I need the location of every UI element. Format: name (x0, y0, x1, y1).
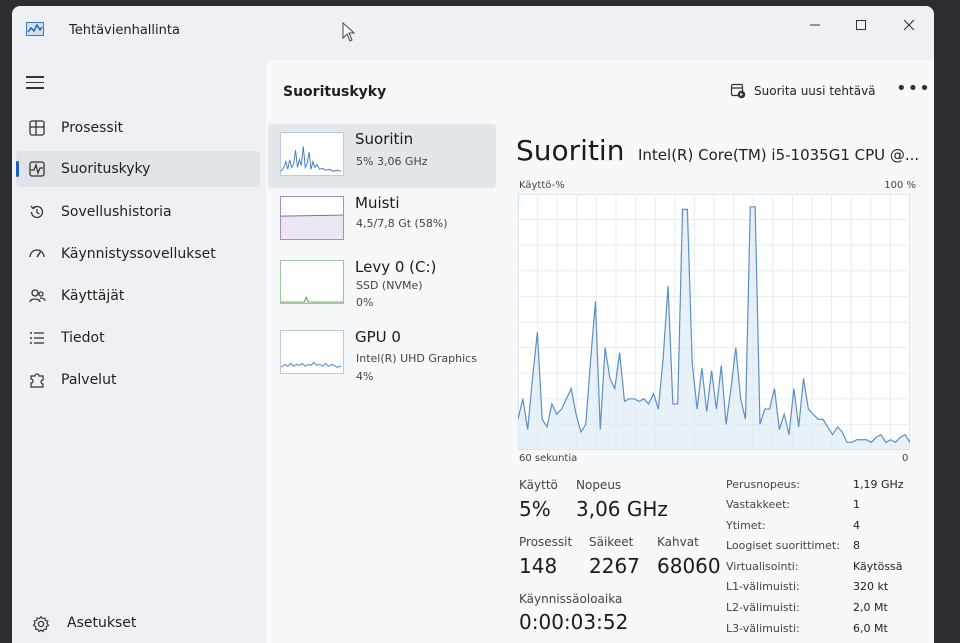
spec-label: Ytimet: (726, 519, 766, 532)
sidebar-item-performance[interactable]: Suorituskyky (16, 151, 260, 187)
sidebar-item-services[interactable]: Palvelut (16, 362, 260, 398)
users-icon (29, 289, 46, 303)
spec-label: Virtualisointi: (726, 560, 799, 573)
page-title: Suorituskyky (283, 84, 387, 100)
spec-label: Loogiset suorittimet: (726, 539, 840, 552)
speed-label: Nopeus (576, 478, 622, 492)
close-button[interactable] (886, 10, 932, 40)
perf-item-sub: SSD (NVMe) (356, 279, 423, 292)
window-title: Tehtävienhallinta (69, 23, 180, 38)
perf-item-sub: Intel(R) UHD Graphics (356, 352, 477, 365)
sidebar-item-label: Sovellushistoria (61, 204, 172, 220)
task-manager-window: Tehtävienhallinta Prosessit Suorituskyky (12, 6, 934, 643)
threads-value: 2267 (589, 554, 640, 578)
spec-label: L3-välimuisti: (726, 622, 800, 635)
uptime-label: Käynnissäoloaika (519, 592, 623, 606)
processes-label: Prosessit (519, 535, 573, 549)
sidebar-item-details[interactable]: Tiedot (16, 320, 260, 356)
perf-item-gpu[interactable]: GPU 0 Intel(R) UHD Graphics 4% (268, 322, 496, 386)
cpu-mini-graph (280, 132, 344, 176)
settings-button[interactable]: Asetukset (32, 613, 252, 635)
minimize-icon (810, 24, 820, 26)
spec-value: Käytössä (853, 560, 903, 573)
more-options-button[interactable]: ••• (896, 78, 931, 99)
spec-label: Perusnopeus: (726, 478, 801, 491)
perf-item-sub: 5% 3,06 GHz (356, 155, 428, 168)
speed-value: 3,06 GHz (576, 497, 668, 521)
task-manager-icon (26, 22, 44, 36)
sidebar-item-label: Suorituskyky (61, 161, 151, 177)
spec-label: L2-välimuisti: (726, 601, 800, 614)
uptime-value: 0:00:03:52 (519, 610, 629, 634)
x-axis-right-label: 0 (902, 453, 909, 464)
main-content: Suorituskyky Suorita uusi tehtävä ••• Su… (266, 60, 934, 643)
maximize-button[interactable] (838, 10, 884, 40)
history-icon (30, 205, 44, 219)
y-axis-label: Käyttö-% (519, 180, 565, 191)
mouse-cursor-icon (342, 22, 356, 42)
gauge-icon (29, 249, 45, 258)
spec-label: L1-välimuisti: (726, 580, 800, 593)
title-bar[interactable]: Tehtävienhallinta (12, 6, 934, 54)
sidebar-item-app-history[interactable]: Sovellushistoria (16, 194, 260, 230)
usage-value: 5% (519, 497, 551, 521)
settings-label: Asetukset (67, 615, 137, 631)
sidebar-item-label: Tiedot (61, 330, 105, 346)
perf-item-memory[interactable]: Muisti 4,5/7,8 Gt (58%) (268, 188, 496, 252)
menu-toggle-button[interactable] (26, 76, 44, 90)
spec-value: 1,19 GHz (853, 478, 904, 491)
run-new-task-label: Suorita uusi tehtävä (754, 84, 876, 98)
processes-value: 148 (519, 554, 558, 578)
sidebar-item-label: Käynnistyssovellukset (61, 246, 216, 262)
disk-mini-graph (280, 260, 344, 304)
perf-item-sub2: 4% (356, 370, 374, 383)
active-indicator (16, 161, 19, 177)
cpu-model: Intel(R) Core(TM) i5-1035G1 CPU @... (638, 146, 920, 164)
perf-item-cpu[interactable]: Suoritin 5% 3,06 GHz (268, 124, 496, 188)
cpu-usage-graph (518, 194, 910, 450)
handles-label: Kahvat (657, 535, 699, 549)
puzzle-icon (30, 373, 44, 388)
sidebar-item-label: Palvelut (61, 372, 117, 388)
perf-item-name: Levy 0 (C:) (355, 258, 437, 276)
handles-value: 68060 (657, 554, 721, 578)
usage-label: Käyttö (519, 478, 558, 492)
minimize-button[interactable] (792, 10, 838, 40)
spec-value: 320 kt (853, 580, 889, 593)
perf-item-sub2: 0% (356, 296, 374, 309)
threads-label: Säikeet (589, 535, 634, 549)
spec-value: 4 (853, 519, 860, 532)
gpu-mini-graph (280, 330, 344, 374)
perf-item-name: Suoritin (355, 130, 414, 148)
perf-item-name: Muisti (355, 194, 400, 212)
spec-value: 8 (853, 539, 860, 552)
sidebar-item-label: Käyttäjät (61, 288, 125, 304)
gear-icon (32, 615, 50, 633)
spec-value: 6,0 Mt (853, 622, 888, 635)
perf-item-sub: 4,5/7,8 Gt (58%) (356, 217, 448, 230)
run-new-task-button[interactable]: Suorita uusi tehtävä (730, 78, 876, 104)
sidebar-item-startup-apps[interactable]: Käynnistyssovellukset (16, 236, 260, 272)
detail-title: Suoritin (516, 134, 625, 167)
sidebar-item-users[interactable]: Käyttäjät (16, 278, 260, 314)
spec-label: Vastakkeet: (726, 498, 791, 511)
x-axis-left-label: 60 sekuntia (519, 453, 578, 464)
maximize-icon (856, 20, 866, 30)
memory-mini-graph (280, 196, 344, 240)
sidebar-item-processes[interactable]: Prosessit (16, 110, 260, 146)
perf-item-name: GPU 0 (355, 328, 401, 346)
pulse-icon (29, 161, 45, 177)
sidebar-item-label: Prosessit (61, 120, 124, 136)
close-icon (903, 19, 915, 31)
spec-value: 1 (853, 498, 860, 511)
run-task-icon (730, 83, 746, 99)
y-max-label: 100 % (884, 180, 916, 191)
spec-value: 2,0 Mt (853, 601, 888, 614)
list-icon (30, 332, 44, 344)
grid-icon (29, 120, 45, 136)
perf-item-disk[interactable]: Levy 0 (C:) SSD (NVMe) 0% (268, 252, 496, 316)
